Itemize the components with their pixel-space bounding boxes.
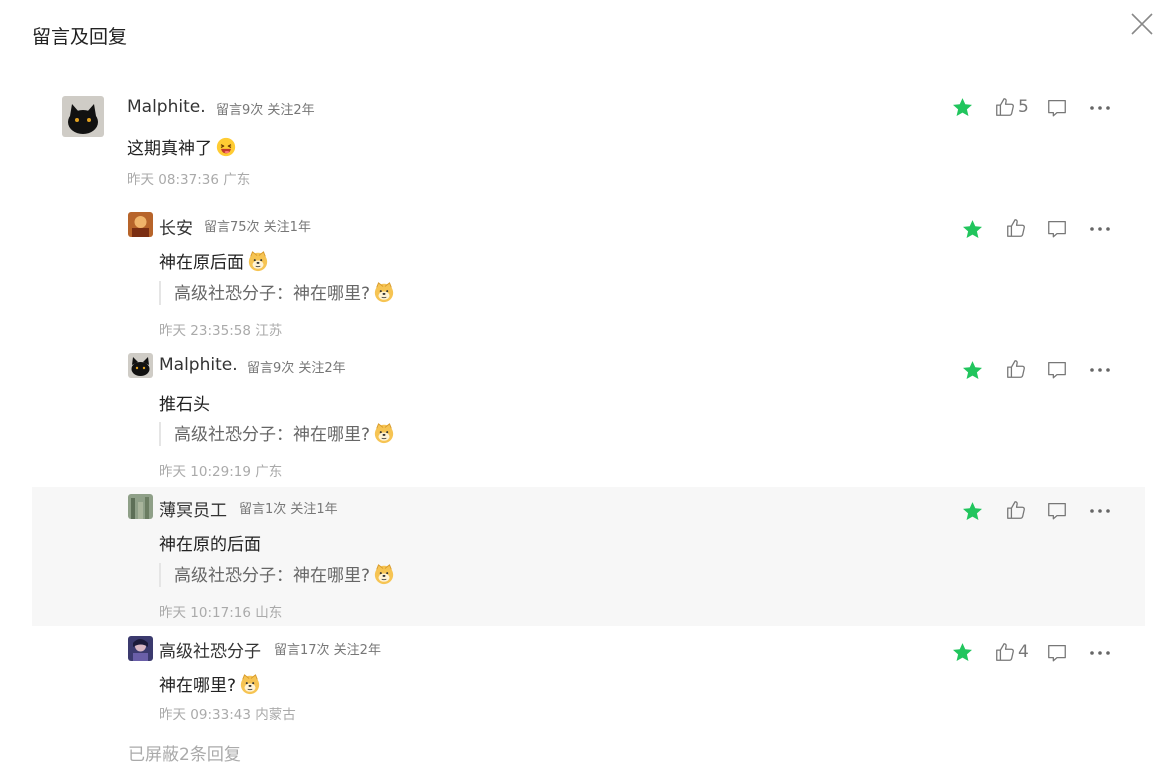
like-button[interactable]: 4 bbox=[994, 641, 1029, 663]
doge-emoji bbox=[247, 250, 269, 272]
close-icon[interactable] bbox=[1128, 10, 1156, 38]
like-count: 5 bbox=[1018, 97, 1029, 117]
commenter-meta: 留言75次 关注1年 bbox=[204, 220, 311, 235]
reply-icon[interactable] bbox=[1046, 359, 1068, 381]
quoted-reply-text: 高级社恐分子：神在哪里? bbox=[174, 284, 371, 304]
comment-text: 这期真神了 bbox=[127, 134, 237, 159]
avatar[interactable] bbox=[128, 353, 153, 378]
star-icon[interactable] bbox=[961, 359, 984, 382]
thumb-up-icon bbox=[1005, 217, 1027, 239]
commenter-meta: 留言9次 关注2年 bbox=[247, 361, 346, 376]
like-count: 4 bbox=[1018, 642, 1029, 662]
commenter-name[interactable]: Malphite. bbox=[127, 97, 206, 117]
comment-time: 昨天 08:37:36 广东 bbox=[127, 172, 251, 188]
reply-time: 昨天 09:33:43 内蒙古 bbox=[159, 707, 296, 723]
commenter-meta: 留言17次 关注2年 bbox=[274, 643, 381, 658]
reply-icon[interactable] bbox=[1046, 97, 1068, 119]
star-icon[interactable] bbox=[951, 641, 974, 664]
commenter-name[interactable]: 高级社恐分子 bbox=[159, 637, 261, 662]
thumb-up-icon bbox=[994, 641, 1016, 663]
thumb-up-icon bbox=[1005, 358, 1027, 380]
reply-time: 昨天 10:29:19 广东 bbox=[159, 464, 283, 480]
reply-icon[interactable] bbox=[1046, 642, 1068, 664]
avatar[interactable] bbox=[128, 494, 153, 519]
doge-emoji bbox=[373, 422, 395, 444]
commenter-name[interactable]: 薄冥员工 bbox=[159, 496, 227, 521]
reply-icon[interactable] bbox=[1046, 500, 1068, 522]
commenter-name[interactable]: Malphite. bbox=[159, 355, 238, 375]
laughing-emoji bbox=[215, 136, 237, 158]
hidden-replies-link[interactable]: 已屏蔽2条回复 bbox=[128, 740, 241, 765]
reply-text: 神在哪里? bbox=[159, 671, 261, 696]
commenter-name[interactable]: 长安 bbox=[159, 214, 193, 239]
quoted-reply: 高级社恐分子：神在哪里? bbox=[159, 563, 395, 587]
more-icon[interactable] bbox=[1088, 641, 1112, 665]
like-button[interactable] bbox=[1005, 358, 1027, 380]
quoted-reply-text: 高级社恐分子：神在哪里? bbox=[174, 566, 371, 586]
reply-time: 昨天 10:17:16 山东 bbox=[159, 605, 283, 621]
thumb-up-icon bbox=[994, 96, 1016, 118]
reply-text: 推石头 bbox=[159, 395, 210, 415]
doge-emoji bbox=[373, 281, 395, 303]
thumb-up-icon bbox=[1005, 499, 1027, 521]
doge-emoji bbox=[239, 673, 261, 695]
more-icon[interactable] bbox=[1088, 96, 1112, 120]
avatar[interactable] bbox=[128, 636, 153, 661]
reply-time: 昨天 23:35:58 江苏 bbox=[159, 323, 283, 339]
reply-icon[interactable] bbox=[1046, 218, 1068, 240]
reply-text: 神在原的后面 bbox=[159, 535, 261, 555]
dialog-title: 留言及回复 bbox=[32, 26, 128, 48]
reply-text-content: 神在原后面 bbox=[159, 253, 244, 273]
like-button[interactable]: 5 bbox=[994, 96, 1029, 118]
quoted-reply-text: 高级社恐分子：神在哪里? bbox=[174, 425, 371, 445]
more-icon[interactable] bbox=[1088, 217, 1112, 241]
like-button[interactable] bbox=[1005, 499, 1027, 521]
star-icon[interactable] bbox=[961, 218, 984, 241]
commenter-meta: 留言9次 关注2年 bbox=[216, 103, 315, 118]
star-icon[interactable] bbox=[951, 96, 974, 119]
comment-text-content: 这期真神了 bbox=[127, 139, 212, 159]
avatar[interactable] bbox=[62, 96, 104, 137]
doge-emoji bbox=[373, 563, 395, 585]
commenter-meta: 留言1次 关注1年 bbox=[239, 502, 338, 517]
like-button[interactable] bbox=[1005, 217, 1027, 239]
reply-text: 神在原后面 bbox=[159, 248, 269, 273]
more-icon[interactable] bbox=[1088, 499, 1112, 523]
more-icon[interactable] bbox=[1088, 358, 1112, 382]
quoted-reply: 高级社恐分子：神在哪里? bbox=[159, 281, 395, 305]
reply-text-content: 神在哪里? bbox=[159, 676, 237, 696]
avatar[interactable] bbox=[128, 212, 153, 237]
quoted-reply: 高级社恐分子：神在哪里? bbox=[159, 422, 395, 446]
star-icon[interactable] bbox=[961, 500, 984, 523]
